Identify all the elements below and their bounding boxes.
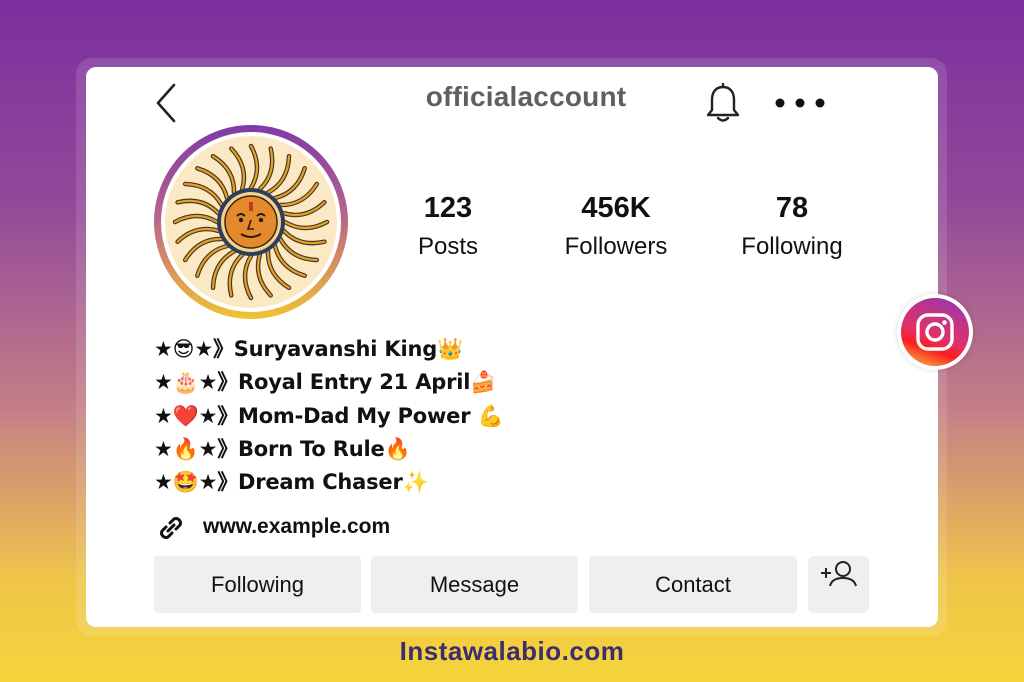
website-link[interactable]: www.example.com <box>203 515 390 539</box>
footer-brand: Instawalabio.com <box>399 636 625 666</box>
add-user-icon <box>821 561 857 587</box>
following-count: 78 <box>775 192 809 224</box>
bio-line: ★🔥★》Born To Rule🔥 <box>154 436 411 461</box>
link-icon <box>160 517 182 539</box>
followers-label: Followers <box>564 233 668 260</box>
bio-line: ★❤️★》Mom-Dad My Power 💪 <box>154 403 504 428</box>
posts-count: 123 <box>423 192 473 224</box>
following-label: Following <box>741 233 843 260</box>
profile-username: officialaccount <box>425 81 627 112</box>
stat-followers[interactable]: 456K Followers <box>536 187 696 265</box>
bio-line: ★🎂★》Royal Entry 21 April🍰 <box>154 370 497 395</box>
stat-posts[interactable]: 123 Posts <box>368 187 528 265</box>
bio-line: ★😎★》Suryavanshi King👑 <box>154 337 464 361</box>
bell-icon[interactable] <box>703 83 743 125</box>
following-button[interactable]: Following <box>154 556 361 613</box>
bio-line: ★🤩★》Dream Chaser✨ <box>154 470 429 495</box>
message-button[interactable]: Message <box>371 556 578 613</box>
sun-illustration <box>172 143 330 301</box>
instagram-badge <box>897 294 973 370</box>
bio: ★😎★》Suryavanshi King👑 ★🎂★》Royal Entry 21… <box>154 333 504 499</box>
posts-label: Posts <box>417 233 479 260</box>
sun-emblem-image <box>165 136 337 308</box>
more-options-icon[interactable] <box>772 93 828 113</box>
add-user-button[interactable] <box>808 556 869 613</box>
avatar-border <box>161 132 341 312</box>
followers-count: 456K <box>581 192 651 224</box>
avatar[interactable] <box>154 125 348 319</box>
instagram-logo-icon <box>916 313 954 351</box>
stat-following[interactable]: 78 Following <box>712 187 872 265</box>
profile-card: officialaccount 123 Posts 456K Followers… <box>86 67 938 627</box>
back-icon[interactable] <box>152 81 182 125</box>
contact-button[interactable]: Contact <box>589 556 797 613</box>
